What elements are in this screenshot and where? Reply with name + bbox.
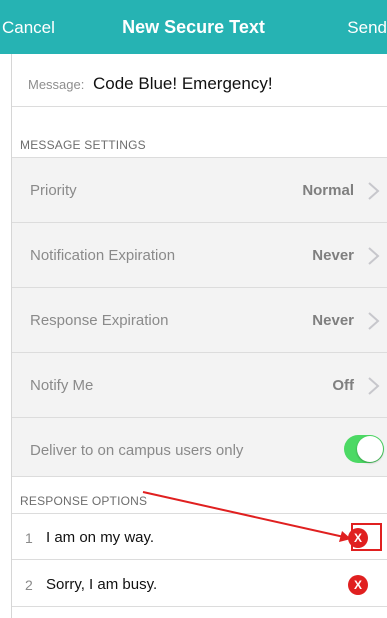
- chevron-right-icon: [367, 377, 380, 395]
- setting-label: Response Expiration: [30, 312, 169, 329]
- response-options-header: RESPONSE OPTIONS: [12, 488, 387, 513]
- setting-row-deliver-on-campus: Deliver to on campus users only: [12, 418, 387, 483]
- toggle-knob: [357, 436, 383, 462]
- on-campus-toggle[interactable]: [344, 435, 384, 463]
- setting-row-notify-me[interactable]: Notify Me Off: [12, 353, 387, 418]
- response-option-row[interactable]: 1 I am on my way. X: [12, 514, 387, 560]
- highlight-box: [351, 523, 382, 551]
- message-settings-header: MESSAGE SETTINGS: [12, 132, 387, 157]
- send-button[interactable]: Send: [347, 18, 387, 38]
- chevron-right-icon: [367, 247, 380, 265]
- setting-value: Off: [332, 377, 354, 394]
- response-option-number: 1: [25, 530, 33, 546]
- chevron-right-icon: [367, 312, 380, 330]
- message-label: Message:: [28, 77, 85, 92]
- response-option-text[interactable]: I am on my way.: [46, 529, 154, 546]
- setting-label: Priority: [30, 182, 77, 199]
- setting-value: Never: [312, 312, 354, 329]
- response-option-number: 2: [25, 577, 33, 593]
- navigation-bar: Cancel New Secure Text Send: [0, 0, 387, 54]
- setting-row-notification-expiration[interactable]: Notification Expiration Never: [12, 223, 387, 288]
- x-circle-icon[interactable]: X: [348, 575, 368, 595]
- setting-label: Notification Expiration: [30, 247, 176, 264]
- setting-value: Never: [312, 247, 354, 264]
- setting-label: Notify Me: [30, 377, 94, 394]
- setting-label: Deliver to on campus users only: [30, 442, 244, 459]
- message-value[interactable]: Code Blue! Emergency!: [93, 74, 273, 94]
- message-field[interactable]: Message: Code Blue! Emergency!: [12, 62, 387, 107]
- chevron-right-icon: [367, 182, 380, 200]
- response-options-list: 1 I am on my way. X 2 Sorry, I am busy. …: [12, 513, 387, 607]
- response-option-text[interactable]: Sorry, I am busy.: [46, 576, 157, 593]
- response-option-row[interactable]: 2 Sorry, I am busy. X: [12, 561, 387, 607]
- setting-row-response-expiration[interactable]: Response Expiration Never: [12, 288, 387, 353]
- message-settings-list: Priority Normal Notification Expiration …: [12, 157, 387, 477]
- response-options-header-text: RESPONSE OPTIONS: [20, 494, 148, 508]
- setting-value: Normal: [302, 182, 354, 199]
- message-settings-header-text: MESSAGE SETTINGS: [20, 138, 146, 152]
- page-title: New Secure Text: [122, 17, 265, 37]
- setting-row-priority[interactable]: Priority Normal: [12, 158, 387, 223]
